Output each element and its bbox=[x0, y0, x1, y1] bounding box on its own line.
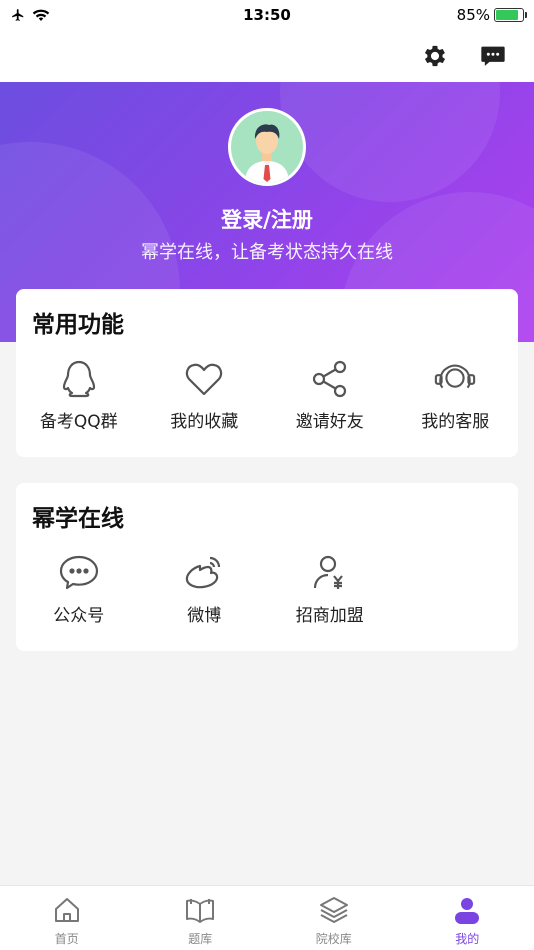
social-partner[interactable]: 招商加盟 bbox=[267, 551, 393, 626]
home-icon bbox=[51, 894, 83, 926]
chat-bubble-icon[interactable] bbox=[478, 41, 508, 71]
mixue-online-card: 幂学在线 公众号 微博 招商加盟 bbox=[16, 483, 518, 651]
feature-label: 备考QQ群 bbox=[39, 412, 118, 432]
qq-icon bbox=[57, 357, 101, 401]
battery-fill bbox=[496, 10, 519, 20]
decorative-circle bbox=[280, 82, 500, 202]
wifi-icon bbox=[32, 9, 50, 21]
feature-grid: 备考QQ群 我的收藏 邀请好友 我的客服 bbox=[16, 357, 518, 432]
tab-bar: 首页 题库 院校库 我的 bbox=[0, 885, 534, 950]
section-title: 幂学在线 bbox=[32, 506, 124, 532]
headset-icon bbox=[433, 357, 477, 401]
tab-label: 首页 bbox=[54, 932, 79, 946]
feature-customer-service[interactable]: 我的客服 bbox=[393, 357, 519, 432]
partner-icon bbox=[308, 551, 352, 595]
share-icon bbox=[308, 357, 352, 401]
wechat-icon bbox=[57, 551, 101, 595]
tab-mine[interactable]: 我的 bbox=[401, 886, 534, 950]
gear-icon[interactable] bbox=[420, 41, 450, 71]
status-left bbox=[10, 8, 150, 22]
book-icon bbox=[184, 894, 216, 926]
feature-label: 我的客服 bbox=[421, 412, 490, 432]
social-weibo[interactable]: 微博 bbox=[142, 551, 268, 626]
user-icon bbox=[451, 894, 483, 926]
profile-slogan: 幂学在线，让备考状态持久在线 bbox=[141, 242, 393, 263]
social-wechat-official[interactable]: 公众号 bbox=[16, 551, 142, 626]
status-time: 13:50 bbox=[243, 6, 291, 24]
tab-colleges[interactable]: 院校库 bbox=[267, 886, 401, 950]
section-title: 常用功能 bbox=[32, 312, 124, 338]
heart-icon bbox=[182, 357, 226, 401]
social-grid: 公众号 微博 招商加盟 bbox=[16, 551, 518, 626]
tab-home[interactable]: 首页 bbox=[0, 886, 134, 950]
tab-label: 我的 bbox=[455, 932, 480, 946]
status-right: 85% bbox=[384, 6, 527, 24]
social-label: 微博 bbox=[187, 606, 222, 626]
tab-question-bank[interactable]: 题库 bbox=[134, 886, 268, 950]
login-register-link[interactable]: 登录/注册 bbox=[0, 204, 534, 234]
feature-label: 我的收藏 bbox=[170, 412, 239, 432]
feature-label: 邀请好友 bbox=[295, 412, 364, 432]
battery-icon bbox=[494, 8, 527, 22]
tab-label: 题库 bbox=[188, 932, 213, 946]
battery-percent: 85% bbox=[456, 6, 490, 24]
social-label: 公众号 bbox=[53, 606, 105, 626]
status-bar: 13:50 85% bbox=[0, 0, 534, 30]
feature-favorites[interactable]: 我的收藏 bbox=[142, 357, 268, 432]
social-label: 招商加盟 bbox=[295, 606, 364, 626]
layers-icon bbox=[318, 894, 350, 926]
airplane-icon bbox=[12, 9, 24, 21]
feature-qq-group[interactable]: 备考QQ群 bbox=[16, 357, 142, 432]
weibo-icon bbox=[182, 551, 226, 595]
tab-label: 院校库 bbox=[315, 932, 352, 946]
top-bar bbox=[0, 30, 534, 82]
common-features-card: 常用功能 备考QQ群 我的收藏 邀请好友 我的客服 bbox=[16, 289, 518, 457]
feature-invite[interactable]: 邀请好友 bbox=[267, 357, 393, 432]
avatar[interactable] bbox=[228, 108, 306, 186]
